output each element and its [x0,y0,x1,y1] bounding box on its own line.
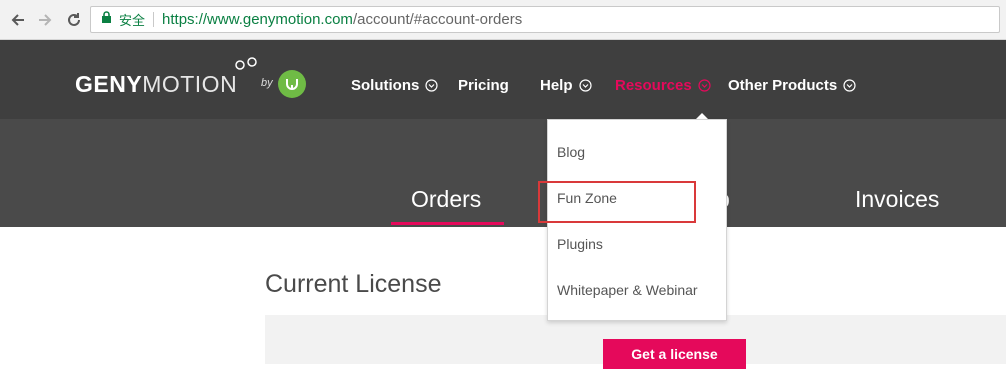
nav-other-products-label: Other Products [728,77,838,94]
account-tabs-bar: Orders p Invoices [0,119,1006,227]
chevron-down-icon [578,79,592,92]
genymobile-badge-icon [278,70,306,98]
current-license-title: Current License [265,270,442,298]
nav-other-products[interactable]: Other Products [728,77,856,94]
lock-icon [101,11,112,28]
nav-help-label: Help [540,77,573,94]
nav-resources[interactable]: Resources [615,77,711,94]
logo-bold-text: GENY [75,71,143,97]
nav-help[interactable]: Help [540,77,592,94]
url-host: https://www.genymotion.com [162,11,353,28]
nav-solutions[interactable]: Solutions [351,77,438,94]
logo-light-text: MOTION [142,71,238,97]
get-license-button[interactable]: Get a license [603,339,746,369]
nav-pricing-label: Pricing [458,77,509,94]
url-separator [153,12,155,27]
nav-solutions-label: Solutions [351,77,420,94]
back-arrow-icon[interactable] [6,8,30,32]
tab-invoices[interactable]: Invoices [855,186,939,213]
nav-resources-label: Resources [615,77,692,94]
dropdown-item-plugins[interactable]: Plugins [557,236,603,252]
genymotion-logo[interactable]: GENYMOTION [75,71,237,98]
chevron-down-icon [425,79,438,92]
browser-toolbar: 安全 https://www.genymotion.com/account/#a… [0,0,1006,40]
forward-arrow-icon[interactable] [33,8,57,32]
chevron-down-icon [843,79,856,92]
logo-circles-icon [235,57,257,70]
dropdown-item-blog[interactable]: Blog [557,144,585,160]
logo-by-text: by [261,77,273,89]
tab-orders[interactable]: Orders [411,186,481,213]
site-header: GENYMOTION by Solutions Pricing Help Res… [0,40,1006,119]
dropdown-item-whitepaper-webinar[interactable]: Whitepaper & Webinar [557,282,698,298]
chevron-down-icon [698,79,711,92]
active-tab-indicator [391,222,504,225]
nav-pricing[interactable]: Pricing [458,77,509,94]
reload-icon[interactable] [62,8,86,32]
url-path: /account/#account-orders [352,11,523,28]
annotation-highlight-box [538,181,696,223]
secure-label: 安全 [119,14,146,29]
address-bar[interactable]: 安全 https://www.genymotion.com/account/#a… [90,6,1000,33]
